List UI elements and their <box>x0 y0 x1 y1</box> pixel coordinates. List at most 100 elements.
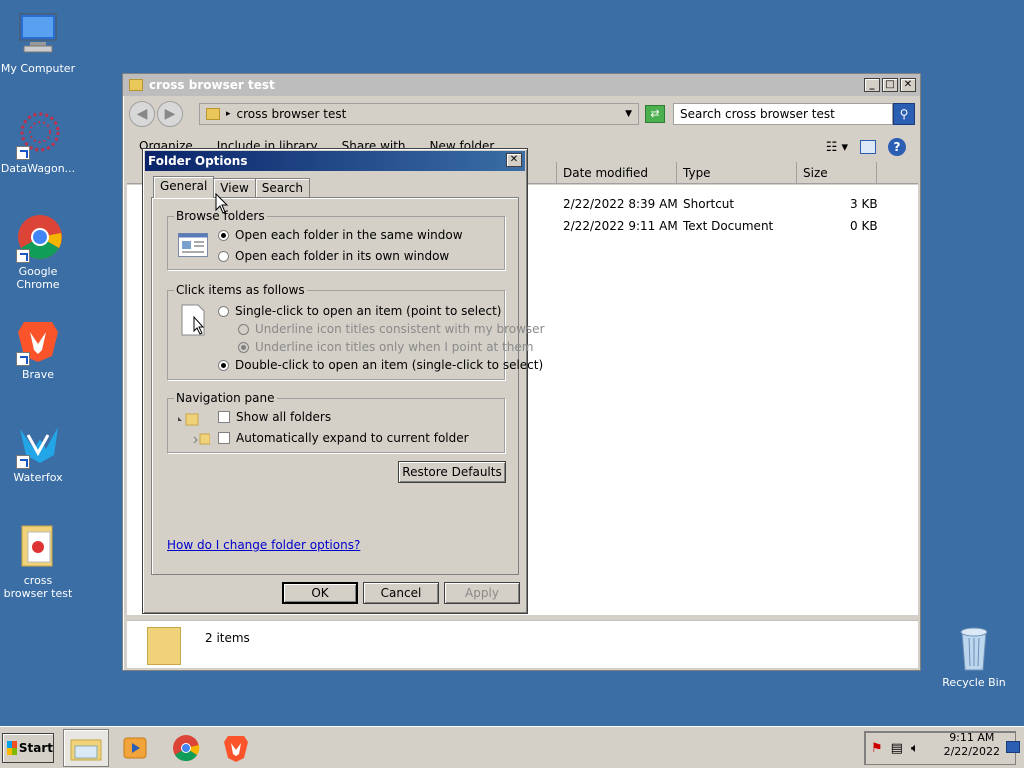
view-options-icon[interactable]: ☷ ▾ <box>826 140 848 155</box>
column-date-modified[interactable]: Date modified <box>557 162 677 184</box>
cancel-button[interactable]: Cancel <box>363 582 439 604</box>
checkbox[interactable] <box>218 432 230 444</box>
radio-button <box>238 323 249 335</box>
brave-icon <box>224 736 248 762</box>
column-size[interactable]: Size <box>797 162 877 184</box>
explorer-titlebar[interactable]: cross browser test _ □ ✕ <box>123 74 920 96</box>
click-items-group: Click items as follows Single-click to o… <box>167 283 545 380</box>
close-button[interactable]: ✕ <box>900 78 916 92</box>
radio-single-click[interactable]: Single-click to open an item (point to s… <box>218 304 501 318</box>
tab-search[interactable]: Search <box>254 178 311 198</box>
radio-button[interactable] <box>218 305 229 317</box>
action-center-flag-icon[interactable]: ⚑ <box>871 741 883 756</box>
address-bar[interactable]: ▸ cross browser test ▼ <box>199 103 639 125</box>
tab-general[interactable]: General <box>153 176 215 198</box>
search-icon[interactable]: ⚲ <box>893 103 915 125</box>
ok-button[interactable]: OK <box>282 582 358 604</box>
shortcut-arrow-icon <box>16 352 30 366</box>
preview-pane-icon[interactable] <box>860 140 876 154</box>
apply-button[interactable]: Apply <box>444 582 520 604</box>
volume-icon[interactable]: 🔈︎ <box>911 741 919 756</box>
help-icon[interactable]: ? <box>888 138 906 156</box>
group-title: Navigation pane <box>174 391 277 405</box>
file-type: Shortcut <box>683 197 735 211</box>
item-count: 2 items <box>205 631 250 645</box>
desktop-icon-datawagon[interactable]: DataWagon... <box>0 110 76 175</box>
column-type[interactable]: Type <box>677 162 797 184</box>
file-size: 3 KB <box>850 197 878 211</box>
minimize-button[interactable]: _ <box>864 78 880 92</box>
folder-icon <box>14 522 62 570</box>
taskbar: Start ⚑ ▤ 🔈︎ 9:11 AM 2/22/2022 <box>0 726 1024 768</box>
radio-double-click[interactable]: Double-click to open an item (single-cli… <box>218 358 543 372</box>
refresh-button[interactable]: ⇄ <box>645 105 665 123</box>
taskbar-media-player-button[interactable] <box>112 729 158 767</box>
help-link[interactable]: How do I change folder options? <box>167 538 360 552</box>
desktop-icon-brave[interactable]: Brave <box>0 316 76 381</box>
radio-button[interactable] <box>218 229 229 241</box>
taskbar-explorer-button[interactable] <box>63 729 109 767</box>
chrome-icon <box>173 735 200 762</box>
start-label: Start <box>18 741 53 755</box>
file-date: 2/22/2022 9:11 AM <box>563 219 678 233</box>
desktop-icon-label: Google Chrome <box>16 265 60 291</box>
breadcrumb-chevron-icon: ▸ <box>226 109 231 119</box>
dialog-close-button[interactable]: ✕ <box>506 153 522 167</box>
option-label: Show all folders <box>236 410 332 424</box>
network-icon[interactable]: ▤ <box>891 741 903 756</box>
option-label: Automatically expand to current folder <box>236 431 469 445</box>
desktop-icon-cross-browser-test[interactable]: cross browser test <box>0 522 76 600</box>
window-preview-icon <box>178 233 208 260</box>
details-pane: 2 items <box>127 620 918 668</box>
checkbox-show-all-folders[interactable]: Show all folders <box>218 410 331 424</box>
radio-button[interactable] <box>218 359 229 371</box>
folder-icon <box>129 79 143 91</box>
folder-tree-icon <box>176 411 211 450</box>
window-title: cross browser test <box>149 78 275 92</box>
folder-icon <box>147 627 181 665</box>
radio-button[interactable] <box>218 250 229 262</box>
taskbar-brave-button[interactable] <box>213 729 259 767</box>
file-size: 0 KB <box>850 219 878 233</box>
desktop-icon-my-computer[interactable]: My Computer <box>0 10 76 75</box>
forward-button[interactable]: ▶ <box>157 101 183 127</box>
recycle-bin-icon <box>950 624 998 672</box>
file-date: 2/22/2022 8:39 AM <box>563 197 678 211</box>
file-type: Text Document <box>683 219 774 233</box>
show-desktop-button[interactable] <box>1006 741 1020 753</box>
taskbar-chrome-button[interactable] <box>163 729 209 767</box>
dialog-title[interactable]: Folder Options <box>145 151 525 171</box>
chrome-icon <box>14 213 62 263</box>
general-tab-panel: Browse folders Open each folder in the s… <box>151 197 545 575</box>
clock-time: 9:11 AM <box>949 731 995 744</box>
radio-own-window[interactable]: Open each folder in its own window <box>218 249 449 263</box>
desktop-icon-waterfox[interactable]: Waterfox <box>0 419 76 484</box>
clock-date: 2/22/2022 <box>943 745 1000 758</box>
folder-options-dialog: Folder Options ✕ General View Search Bro… <box>142 148 545 614</box>
media-player-icon <box>123 737 147 759</box>
back-button[interactable]: ◀ <box>129 101 155 127</box>
navigation-pane-group: Navigation pane Show all folders Automat… <box>167 391 505 453</box>
desktop-icon-label: Brave <box>21 368 55 381</box>
desktop-icon-google-chrome[interactable]: Google Chrome <box>0 213 76 291</box>
restore-defaults-button[interactable]: Restore Defaults <box>398 461 506 483</box>
clock[interactable]: 9:11 AM 2/22/2022 <box>944 731 1000 759</box>
option-label: Double-click to open an item (single-cli… <box>235 358 544 372</box>
option-label: Underline icon titles only when I point … <box>255 340 534 354</box>
windows-logo-icon <box>7 741 17 755</box>
desktop-icon-label: Waterfox <box>13 471 63 484</box>
maximize-button[interactable]: □ <box>882 78 898 92</box>
mouse-cursor-icon <box>215 193 229 214</box>
shortcut-arrow-icon <box>16 146 30 160</box>
checkbox-auto-expand[interactable]: Automatically expand to current folder <box>218 431 469 445</box>
desktop-icon-recycle-bin[interactable]: Recycle Bin <box>936 624 1012 689</box>
shortcut-arrow-icon <box>16 249 30 263</box>
checkbox[interactable] <box>218 411 230 423</box>
radio-same-window[interactable]: Open each folder in the same window <box>218 228 463 242</box>
desktop-icon-label: Recycle Bin <box>942 676 1006 689</box>
search-input[interactable]: Search cross browser test <box>673 103 893 125</box>
brave-icon <box>14 316 62 366</box>
start-button[interactable]: Start <box>2 733 54 763</box>
computer-icon <box>14 10 62 58</box>
chevron-down-icon[interactable]: ▼ <box>625 109 632 119</box>
